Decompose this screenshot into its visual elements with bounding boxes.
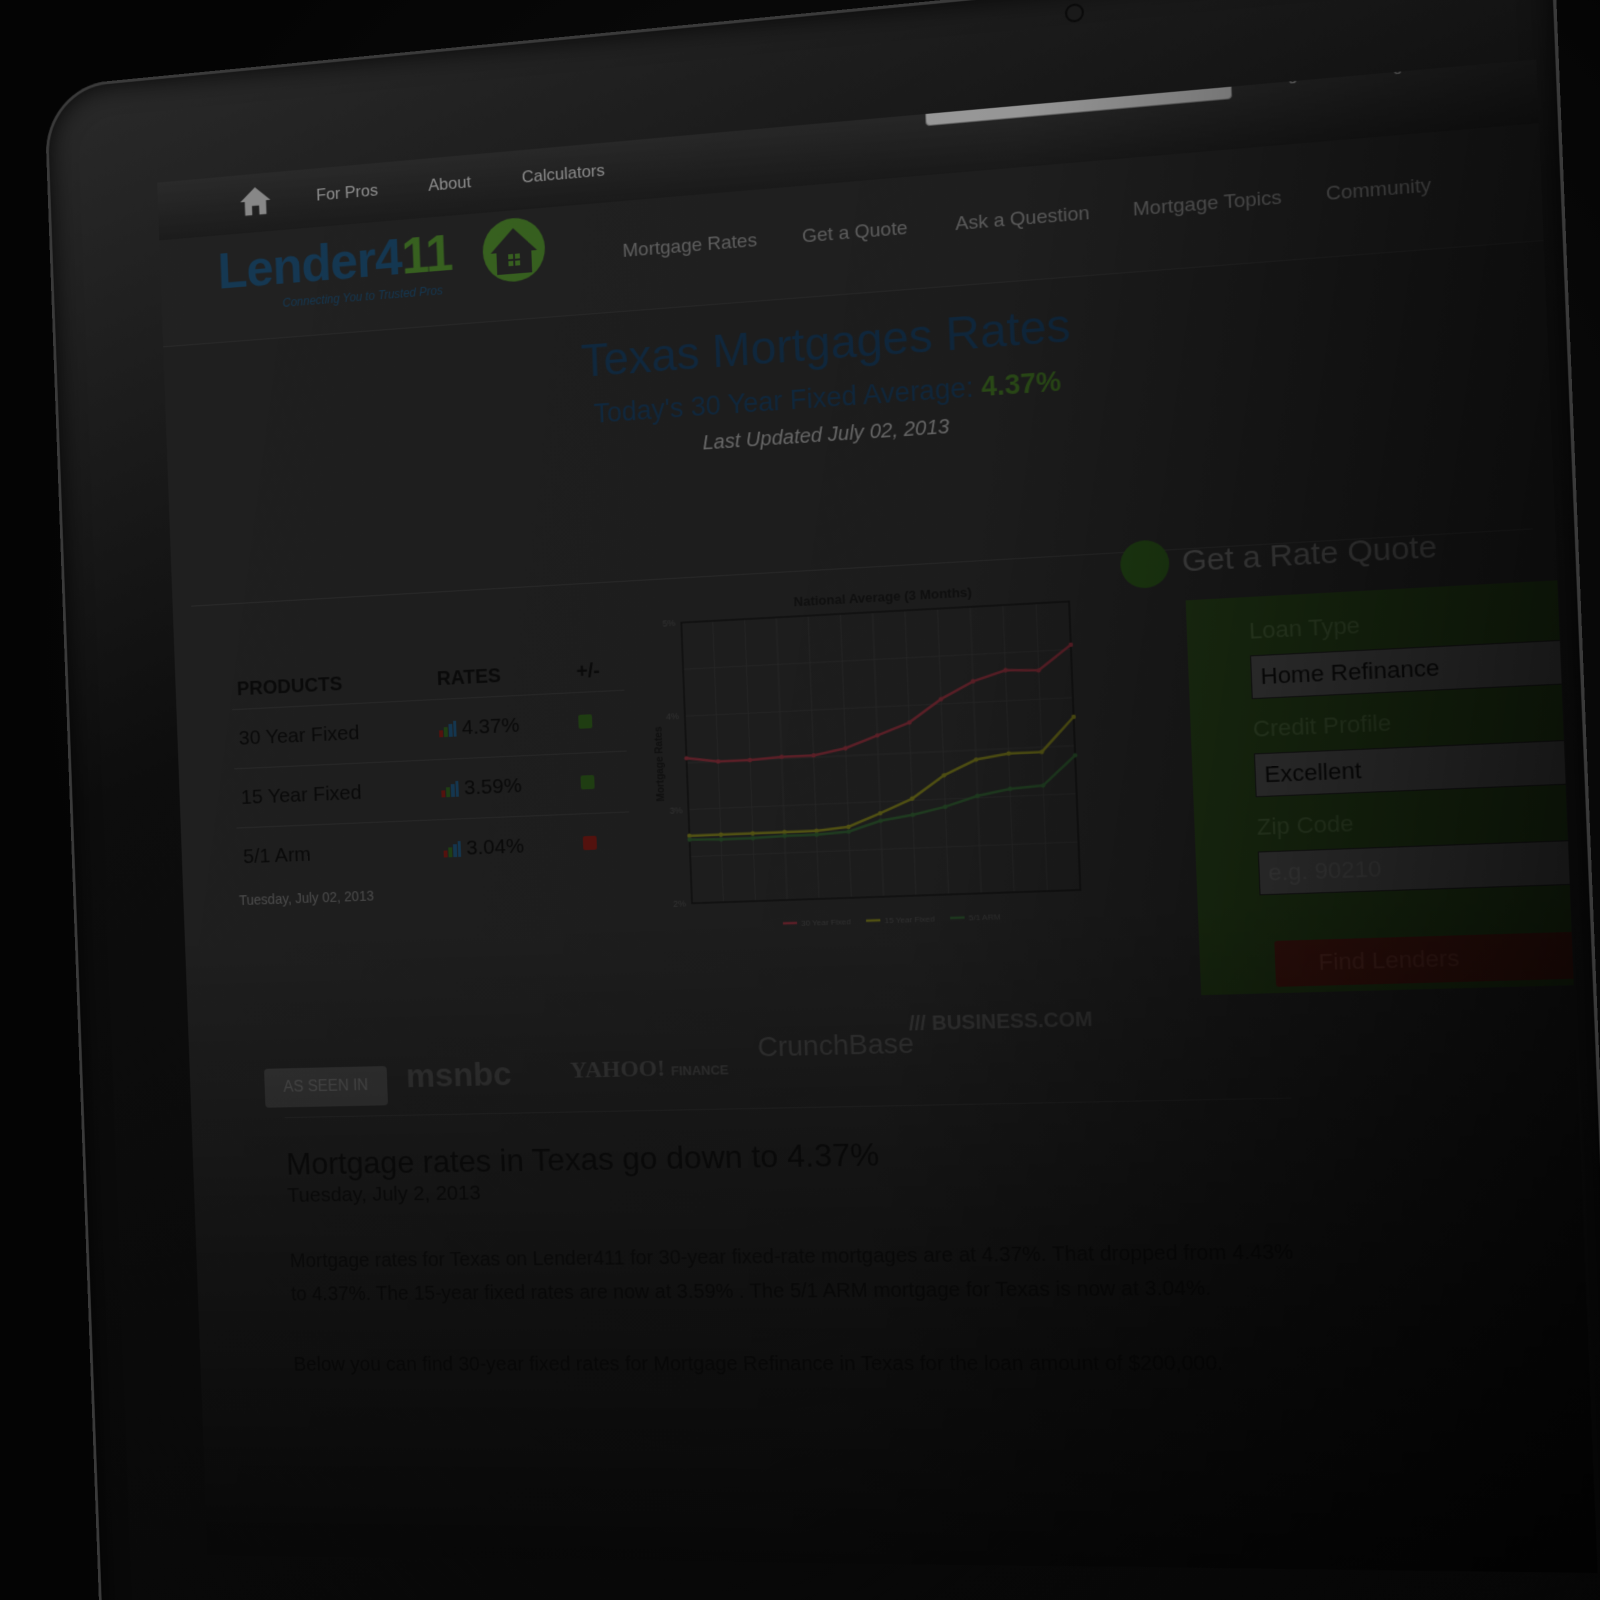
house-logo-icon [481,215,547,285]
y-tick-label: 4% [666,711,679,722]
chart-legend: 30 Year Fixed 15 Year Fixed 5/1 ARM [783,912,1001,928]
yahoo-logo-text: YAHOO! [569,1055,666,1084]
nav-community[interactable]: Community [1326,175,1432,207]
data-point [750,835,756,841]
rate-value: 3.04% [465,834,525,860]
legend-label: 30 Year Fixed [801,917,851,928]
rate-quote-panel: Get a Rate Quote Loan Type Home Refinanc… [1119,516,1585,1017]
grid-line [683,650,1071,670]
zip-code-input[interactable]: e.g. 90210 [1257,839,1579,896]
up-arrow-icon [582,835,597,851]
rate-value: 4.37% [461,713,520,740]
rates-chart: National Average (3 Months) 2% 3% 4% 5% Mor… [653,585,1104,954]
article-paragraph: Mortgage rates for Texas on Lender411 fo… [289,1241,1294,1306]
article-paragraph: Below you can find 30-year fixed rates f… [293,1352,1224,1376]
hero-rate: 4.37% [980,365,1062,403]
down-arrow-icon [578,714,593,729]
quote-title: Get a Rate Quote [1181,529,1438,579]
grid-line [685,698,1073,716]
data-point [750,831,755,836]
y-axis-label: Mortgage Rates [653,726,667,801]
bar-chart-icon [441,781,459,798]
data-point [1006,751,1012,756]
loan-type-select[interactable]: Home Refinance [1250,639,1571,700]
data-point [684,755,689,761]
site-logo[interactable]: Lender411 Connecting You to Trusted Pros [217,215,547,310]
legend-label: 15 Year Fixed [884,914,934,925]
search-icon[interactable] [1200,70,1220,90]
business-com-logo: /// BUSINESS.COM [908,1008,1093,1036]
rate-value: 3.59% [463,774,523,800]
grid-line [688,794,1076,810]
col-rates: RATES [436,665,502,691]
zip-code-label: Zip Code [1256,810,1355,841]
y-tick-label: 5% [662,618,675,629]
chart-title: National Average (3 Months) [793,585,972,609]
webcam [1066,5,1083,21]
data-point [782,833,787,839]
topnav-calculators[interactable]: Calculators [521,161,605,188]
article: Mortgage rates in Texas go down to 4.37%… [284,1097,1304,1402]
down-arrow-icon [580,774,595,790]
as-seen-in-badge: AS SEEN IN [264,1066,389,1108]
topnav-for-pros[interactable]: For Pros [316,181,378,206]
data-point [718,832,724,837]
find-lenders-button[interactable]: Find Lenders [1274,931,1585,987]
credit-profile-label: Credit Profile [1252,709,1392,742]
series-line [687,755,1078,840]
data-point [814,832,819,837]
msnbc-logo: msnbc [405,1055,513,1096]
crunchbase-logo: CrunchBase [756,1027,915,1063]
quote-form: Loan Type Home Refinance Credit Profile … [1185,580,1585,996]
laptop-bezel: For Pros About Calculators Sign In Regis… [43,0,1600,1600]
data-point [747,757,753,763]
data-point [715,759,721,764]
scene: For Pros About Calculators Sign In Regis… [0,0,1600,1600]
search-box [924,59,1233,127]
loan-type-label: Loan Type [1248,612,1361,644]
data-point [718,837,724,842]
rates-table: PRODUCTS RATES +/- 30 Year Fixed 4.37% 1… [231,651,632,908]
sign-in-link[interactable]: Sign In [1272,63,1327,87]
y-tick-label: 3% [669,805,683,816]
nav-mortgage-topics[interactable]: Mortgage Topics [1133,187,1283,222]
yahoo-finance-logo: YAHOO! FINANCE [570,1054,729,1085]
yahoo-logo-sub: FINANCE [670,1062,729,1079]
as-seen-in: AS SEEN IN msnbc YAHOO! FINANCE CrunchBa… [262,996,1162,1108]
quote-icon [1119,538,1171,590]
product-name: 15 Year Fixed [234,759,437,829]
data-point [687,837,692,842]
home-icon[interactable] [237,182,274,220]
col-change: +/- [575,659,601,684]
series-lines [681,642,1081,842]
y-tick-label: 2% [673,898,687,909]
grid-line [690,842,1078,857]
credit-profile-select[interactable]: Excellent [1253,739,1575,798]
register-link[interactable]: Register [1370,59,1436,78]
series-line [683,645,1075,763]
browser-screen: For Pros About Calculators Sign In Regis… [157,59,1598,1573]
nav-mortgage-rates[interactable]: Mortgage Rates [622,230,757,263]
nav-get-a-quote[interactable]: Get a Quote [802,218,908,249]
search-input[interactable] [933,66,1191,123]
bar-chart-icon [438,721,457,738]
bar-chart-icon [443,841,461,858]
legend-label: 5/1 ARM [969,912,1001,923]
product-name: 5/1 Arm [236,819,439,887]
topnav-about[interactable]: About [428,172,471,195]
product-name: 30 Year Fixed [232,699,435,769]
nav-ask-a-question[interactable]: Ask a Question [955,203,1090,236]
logo-accent: 11 [400,224,454,286]
